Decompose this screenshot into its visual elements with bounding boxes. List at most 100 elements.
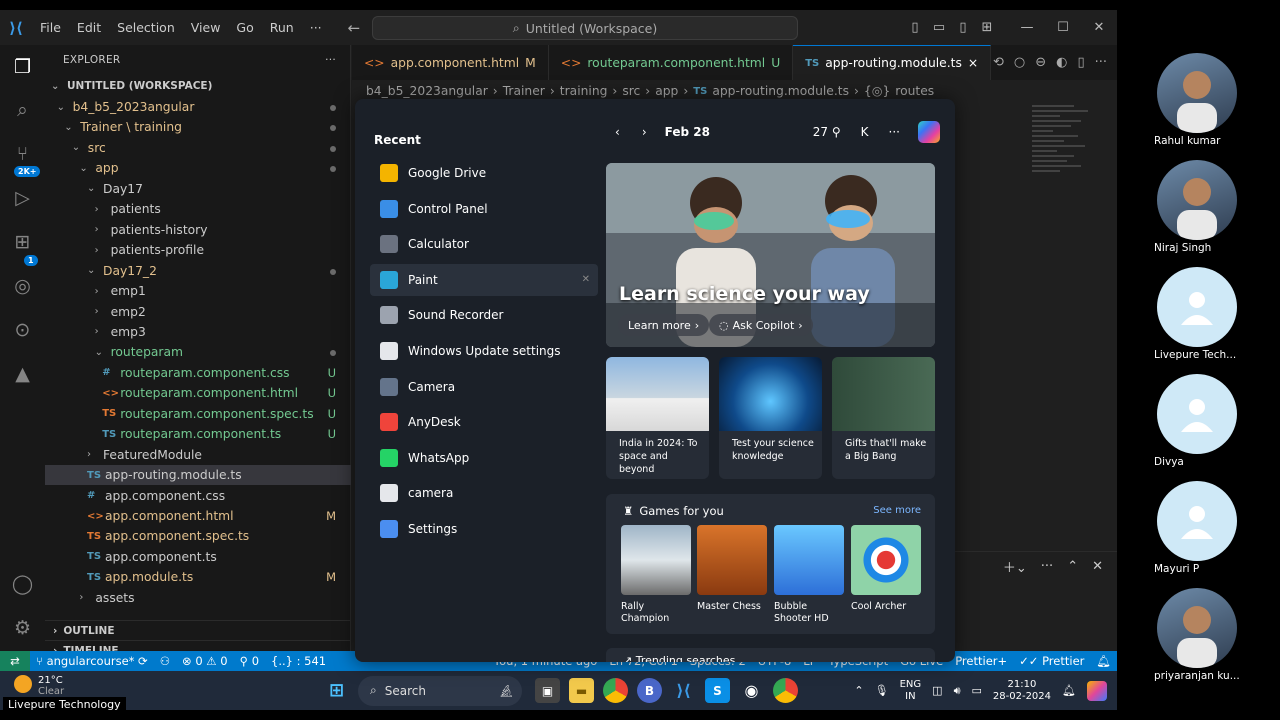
remove-recent-icon[interactable]: ✕: [582, 274, 590, 285]
menu-edit[interactable]: Edit: [69, 10, 109, 45]
participant-tile[interactable]: Mayuri P: [1154, 481, 1237, 575]
learn-more-button[interactable]: Learn more ›: [618, 314, 710, 336]
prettier-status[interactable]: ✓✓ Prettier: [1013, 654, 1090, 668]
weather-widget[interactable]: 21°C Clear: [14, 675, 64, 697]
participant-tile[interactable]: Livepure Tech...: [1154, 267, 1237, 361]
notifications-bell-icon[interactable]: 🔔︎: [1090, 654, 1117, 668]
next-arrow-icon[interactable]: ›: [642, 125, 647, 139]
taskbar-search[interactable]: ⌕ Search 🔬︎: [358, 675, 522, 706]
source-control-icon[interactable]: ⑂: [10, 141, 35, 166]
problems-status[interactable]: ⊗ 0 ⚠ 0: [176, 654, 234, 668]
back-arrow-icon[interactable]: ←: [348, 19, 361, 37]
tree-folder[interactable]: ⌄ b4_b5_2023angular: [45, 97, 351, 117]
language-indicator[interactable]: ENG IN: [900, 679, 922, 703]
breadcrumb-item[interactable]: src: [622, 84, 640, 98]
brave-icon[interactable]: B: [637, 678, 662, 703]
circle-icon[interactable]: ○: [1014, 55, 1025, 70]
close-panel-icon[interactable]: ✕: [1092, 559, 1103, 574]
menu-selection[interactable]: Selection: [109, 10, 183, 45]
notifications-icon[interactable]: 🔔︎: [1062, 684, 1076, 697]
tree-folder[interactable]: › emp2: [45, 302, 351, 322]
menu-view[interactable]: View: [183, 10, 229, 45]
vscode-taskbar-icon[interactable]: ⟩⟨: [671, 678, 696, 703]
tree-folder[interactable]: › emp1: [45, 281, 351, 301]
participant-tile[interactable]: Niraj Singh: [1154, 160, 1237, 254]
rewards-points[interactable]: 27 ⚲: [813, 125, 841, 139]
copilot-icon[interactable]: [1087, 680, 1107, 701]
tree-folder[interactable]: › assets: [45, 588, 351, 608]
game-tile[interactable]: Cool Archer: [851, 525, 921, 613]
toggle-secondary-sidebar-icon[interactable]: ▯: [951, 20, 975, 35]
menu-file[interactable]: File: [32, 10, 69, 45]
selection-status[interactable]: {..} : 541: [265, 654, 332, 668]
chevron-up-icon[interactable]: ⌃: [1067, 559, 1078, 574]
recent-item[interactable]: Windows Update settings: [370, 335, 600, 367]
tree-file[interactable]: TS app-routing.module.ts: [45, 465, 351, 486]
toggle-panel-icon[interactable]: ▭: [927, 20, 951, 35]
tab-app-component-html[interactable]: <> app.component.html M: [352, 45, 549, 80]
tree-file[interactable]: TS app.module.ts M: [45, 567, 351, 587]
search-icon[interactable]: ⌕: [10, 97, 35, 122]
tree-file[interactable]: TS app.component.ts: [45, 547, 351, 567]
toggle-icon[interactable]: ⊖: [1035, 55, 1046, 70]
tree-folder[interactable]: › emp3: [45, 322, 351, 342]
prev-arrow-icon[interactable]: ‹: [615, 125, 620, 139]
battery-icon[interactable]: ▭: [972, 684, 982, 697]
recent-item[interactable]: camera: [370, 477, 600, 509]
game-tile[interactable]: Master Chess: [697, 525, 767, 613]
more-actions-icon[interactable]: ···: [325, 54, 336, 66]
recent-item[interactable]: Calculator: [370, 228, 600, 260]
tree-file[interactable]: # app.component.css: [45, 486, 351, 506]
tree-file[interactable]: <> routeparam.component.html U: [45, 383, 351, 403]
minimize-icon[interactable]: —: [1009, 20, 1045, 35]
participant-tile[interactable]: Rahul kumar: [1154, 53, 1237, 147]
git-graph-status-icon[interactable]: ⚇: [154, 654, 176, 668]
chrome-icon[interactable]: [603, 678, 628, 703]
news-card[interactable]: Test your science knowledge: [719, 357, 822, 479]
ports-status[interactable]: ⚲ 0: [234, 654, 265, 668]
prettier-plus-status[interactable]: Prettier+: [949, 654, 1013, 668]
tree-folder[interactable]: ⌄ src: [45, 138, 351, 158]
copilot-icon[interactable]: [918, 121, 940, 143]
game-tile[interactable]: Rally Champion: [621, 525, 691, 625]
breadcrumb-item[interactable]: app-routing.module.ts: [712, 84, 849, 98]
outline-section[interactable]: › OUTLINE: [45, 620, 351, 640]
recent-item[interactable]: Sound Recorder: [370, 299, 600, 331]
tree-folder[interactable]: ⌄ Day17_2: [45, 261, 351, 281]
file-explorer-icon[interactable]: ▬: [569, 678, 594, 703]
news-card[interactable]: Gifts that'll make a Big Bang: [832, 357, 935, 479]
microphone-icon[interactable]: 🎙︎: [875, 684, 889, 697]
start-windows-icon[interactable]: ⊞: [324, 678, 349, 703]
breadcrumb-item[interactable]: training: [560, 84, 608, 98]
tab-routeparam-component-html[interactable]: <> routeparam.component.html U: [549, 45, 794, 80]
add-terminal-icon[interactable]: ＋⌄: [1003, 557, 1027, 576]
tree-folder[interactable]: ⌄ Day17: [45, 179, 351, 199]
account-icon[interactable]: ◯: [10, 571, 35, 596]
tree-folder[interactable]: › patients-history: [45, 220, 351, 240]
tree-folder[interactable]: › FeaturedModule: [45, 445, 351, 465]
more-actions-icon[interactable]: ···: [1095, 55, 1107, 70]
tree-file[interactable]: <> app.component.html M: [45, 506, 351, 526]
account-avatar[interactable]: K: [861, 125, 869, 139]
tree-file[interactable]: TS routeparam.component.ts U: [45, 424, 351, 444]
menu-run[interactable]: Run: [262, 10, 302, 45]
compare-icon[interactable]: ◐: [1056, 55, 1067, 70]
participant-tile[interactable]: Divya: [1154, 374, 1237, 468]
recent-item[interactable]: Paint ✕: [370, 263, 598, 296]
tree-folder[interactable]: ⌄ Trainer \ training: [45, 117, 351, 137]
recent-item[interactable]: Google Drive: [370, 157, 600, 189]
skype-icon[interactable]: S: [705, 678, 730, 703]
git-graph-icon[interactable]: ◎: [10, 273, 35, 298]
clock[interactable]: 21:10 28-02-2024: [993, 679, 1051, 703]
history-icon[interactable]: ⟲: [993, 55, 1004, 70]
tree-folder[interactable]: › patients-profile: [45, 240, 351, 260]
recent-item[interactable]: Camera: [370, 371, 600, 403]
recent-item[interactable]: Control Panel: [370, 193, 600, 225]
angular-icon[interactable]: ▲: [10, 361, 35, 386]
breadcrumb-item[interactable]: app: [655, 84, 678, 98]
task-view-icon[interactable]: ▣: [535, 678, 560, 703]
remote-explorer-icon[interactable]: ⊙: [10, 317, 35, 342]
tree-folder[interactable]: ⌄ app: [45, 158, 351, 178]
trending-searches[interactable]: ↗ Trending searches: [606, 648, 935, 662]
run-debug-icon[interactable]: ▷: [10, 185, 35, 210]
